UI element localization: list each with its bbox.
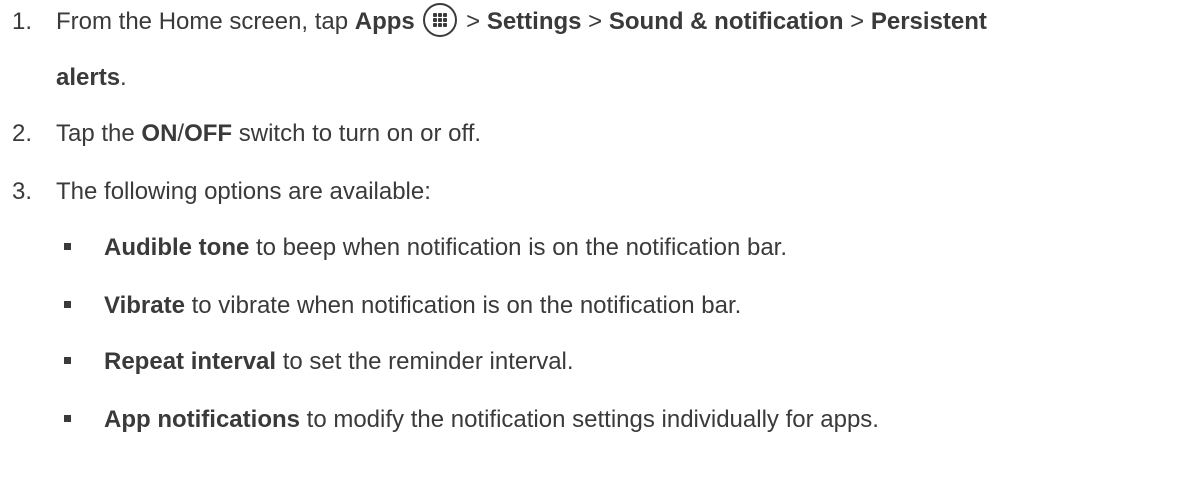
separator: >: [581, 8, 609, 35]
step-1: 1. From the Home screen, tap Apps > Setti…: [12, 0, 1192, 100]
step-3: 3. The following options are available:: [12, 170, 431, 214]
option-title: Repeat interval: [104, 348, 277, 375]
option-audible-tone: Audible tone to beep when notification i…: [56, 226, 787, 270]
step-1-line-1: 1. From the Home screen, tap Apps > Setti…: [12, 0, 1192, 44]
option-repeat-interval: Repeat interval to set the reminder inte…: [56, 340, 574, 384]
step-text-after: switch to turn on or off.: [232, 120, 482, 147]
on-label: ON: [141, 120, 178, 147]
apps-grid-icon: [423, 2, 458, 37]
step-text: From the Home screen, tap: [56, 8, 355, 35]
apps-label: Apps: [354, 8, 415, 35]
alerts-label: alerts: [56, 64, 121, 91]
instructions-document: 1. From the Home screen, tap Apps > Setti…: [0, 0, 1201, 486]
step-number: 3.: [12, 178, 33, 205]
settings-label: Settings: [486, 8, 582, 35]
option-desc: to set the reminder interval.: [276, 348, 574, 375]
step-2: 2. Tap the ON/OFF switch to turn on or of…: [12, 112, 481, 156]
persistent-label: Persistent: [870, 8, 987, 35]
step-number: 2.: [12, 120, 33, 147]
step-number: 1.: [12, 8, 33, 35]
option-desc: to modify the notification settings indi…: [299, 406, 879, 433]
option-desc: to beep when notification is on the noti…: [249, 234, 788, 261]
option-title: Vibrate: [104, 292, 185, 319]
separator: >: [843, 8, 871, 35]
period: .: [120, 64, 127, 91]
option-app-notifications: App notifications to modify the notifica…: [56, 398, 879, 442]
option-vibrate: Vibrate to vibrate when notification is …: [56, 284, 741, 328]
option-desc: to vibrate when notification is on the n…: [184, 292, 742, 319]
sound-notification-label: Sound & notification: [608, 8, 844, 35]
separator: >: [459, 8, 487, 35]
step-1-line-2: alerts.: [12, 56, 1192, 100]
off-label: OFF: [184, 120, 233, 147]
option-title: App notifications: [104, 406, 300, 433]
step-text: Tap the: [56, 120, 142, 147]
option-title: Audible tone: [104, 234, 250, 261]
step-text: The following options are available:: [56, 178, 431, 205]
